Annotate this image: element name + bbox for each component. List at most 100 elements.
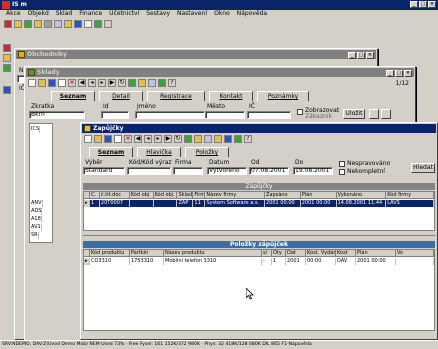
menu-okno[interactable]: Okno — [214, 10, 230, 18]
list-item[interactable]: AV1 — [30, 224, 52, 231]
copy-icon[interactable] — [114, 135, 122, 143]
help-icon[interactable]: ? — [168, 79, 176, 87]
sklady-tab-kontakt[interactable]: Kontakt — [209, 91, 253, 101]
key-icon[interactable] — [194, 135, 202, 143]
refresh-icon[interactable]: ↻ — [174, 135, 182, 143]
delete-icon[interactable]: × — [68, 79, 76, 87]
last-record-icon[interactable]: ▶ — [164, 135, 172, 143]
sklady-ic-input[interactable] — [247, 111, 291, 119]
zapujcky-hledat-button[interactable]: Hledat — [411, 163, 435, 173]
save-icon[interactable] — [104, 135, 112, 143]
find-icon[interactable] — [138, 79, 146, 87]
zapujcky-vyber-select[interactable]: Standard — [83, 167, 125, 175]
sklady-tab-seznam[interactable]: Seznam — [51, 91, 95, 101]
copy-icon[interactable] — [58, 79, 66, 87]
column-header[interactable]: Partkin — [130, 250, 164, 257]
box-icon[interactable] — [44, 20, 52, 28]
sklady-zobrazovat-checkbox[interactable] — [297, 109, 303, 115]
folder-icon[interactable] — [14, 20, 22, 28]
first-record-icon[interactable]: ◀ — [134, 135, 142, 143]
column-header[interactable]: Kód obj. — [153, 192, 178, 199]
prev-record-icon[interactable]: ◂ — [88, 79, 96, 87]
lock-icon[interactable] — [64, 20, 72, 28]
sklady-id-input[interactable] — [101, 111, 129, 119]
save-icon[interactable] — [48, 79, 56, 87]
refresh-icon[interactable]: ↻ — [118, 79, 126, 87]
last-record-icon[interactable]: ▶ — [108, 79, 116, 87]
new-icon[interactable] — [28, 79, 36, 87]
list-item[interactable]: ANV — [30, 200, 52, 207]
column-header[interactable]: Oty — [272, 250, 286, 257]
zapujcky-tab-polozky[interactable]: Položky — [185, 147, 229, 157]
column-header[interactable]: Kód obj — [129, 192, 154, 199]
column-header[interactable]: Kost. Vydáno — [306, 250, 336, 257]
column-header[interactable]: Kód produktu — [90, 250, 130, 257]
close-icon[interactable]: × — [428, 1, 436, 8]
chart-icon[interactable] — [94, 20, 102, 28]
side-tool-3-icon[interactable] — [3, 64, 11, 72]
gear-icon[interactable] — [84, 20, 92, 28]
list-item[interactable]: ADS — [30, 208, 52, 215]
column-header[interactable]: Vykonáno — [336, 192, 387, 199]
next-record-icon[interactable]: ▸ — [154, 135, 162, 143]
splitter[interactable] — [83, 235, 435, 239]
export-icon[interactable] — [234, 135, 242, 143]
zapujcky-od-input[interactable]: 07.08.2001 — [249, 167, 289, 175]
sklady-extra-button-1[interactable] — [369, 109, 379, 119]
link-icon[interactable] — [204, 135, 212, 143]
zapujcky-nekompletni-checkbox[interactable] — [339, 169, 345, 175]
flag-icon[interactable] — [104, 20, 112, 28]
sklady-ulozit-button[interactable]: Uložit — [343, 109, 365, 119]
zapujcky-nespravovano-checkbox[interactable] — [339, 161, 345, 167]
find-icon[interactable] — [214, 135, 222, 143]
open-icon[interactable] — [94, 135, 102, 143]
table-row[interactable]: ▸ 1 20T0007 ZAP 11 System Software a.s. … — [84, 200, 434, 207]
document-icon[interactable] — [34, 20, 42, 28]
side-tool-4-icon[interactable] — [3, 86, 11, 94]
menu-finance[interactable]: Finance — [79, 10, 102, 18]
column-header[interactable]: Kost — [336, 250, 356, 257]
app-logo-icon[interactable] — [4, 20, 12, 28]
close-icon[interactable]: × — [404, 70, 412, 77]
help-icon[interactable]: ? — [244, 135, 252, 143]
open-icon[interactable] — [38, 79, 46, 87]
filter-icon[interactable] — [184, 135, 192, 143]
column-header[interactable]: Vo — [396, 250, 434, 257]
list-item[interactable]: SR — [30, 232, 52, 239]
minimize-icon[interactable]: _ — [348, 52, 356, 59]
sklady-extra-button-2[interactable] — [381, 109, 391, 119]
side-tool-2-icon[interactable] — [3, 54, 11, 62]
column-header[interactable]: Dat — [286, 250, 306, 257]
menu-ucetnictvi[interactable]: Účetnictví — [109, 10, 139, 18]
minimize-icon[interactable]: _ — [386, 70, 394, 77]
sklady-tab-registrace[interactable]: Registrace — [147, 91, 205, 101]
column-header[interactable]: Plán — [300, 192, 337, 199]
new-icon[interactable] — [84, 135, 92, 143]
maximize-icon[interactable]: □ — [357, 52, 365, 59]
menu-napoveda[interactable]: Nápověda — [237, 10, 267, 18]
zapujcky-kod-input[interactable] — [127, 167, 171, 175]
column-header[interactable]: Zapsáno — [264, 192, 301, 199]
column-header[interactable]: C. — [89, 192, 100, 199]
zapujcky-tab-seznam[interactable]: Seznam — [89, 147, 133, 157]
column-header[interactable]: Kód firmy — [386, 192, 434, 199]
side-tool-1-icon[interactable] — [3, 44, 11, 52]
export-icon[interactable] — [158, 79, 166, 87]
sklady-zkratka-input[interactable]: Bkrh — [29, 111, 85, 119]
maximize-icon[interactable]: □ — [395, 70, 403, 77]
zapujcky-firma-input[interactable] — [173, 167, 203, 175]
menu-objekd[interactable]: Objekd — [28, 10, 49, 18]
list-item[interactable]: ICS — [30, 126, 52, 133]
menu-sklad[interactable]: Sklad — [56, 10, 72, 18]
next-record-icon[interactable]: ▸ — [98, 79, 106, 87]
sklady-jmeno-input[interactable] — [135, 111, 205, 119]
minimize-icon[interactable]: _ — [410, 1, 418, 8]
list-item[interactable]: A18 — [30, 216, 52, 223]
menu-nastaveni[interactable]: Nastavení — [177, 10, 207, 18]
zapujcky-do-input[interactable]: 19.08.2001 — [293, 167, 333, 175]
zapujcky-tab-hlavicka[interactable]: Hlavička — [137, 147, 181, 157]
menu-akce[interactable]: Akce — [6, 10, 21, 18]
first-record-icon[interactable]: ◀ — [78, 79, 86, 87]
column-header[interactable]: Název firmy — [205, 192, 265, 199]
print-icon[interactable] — [224, 135, 232, 143]
